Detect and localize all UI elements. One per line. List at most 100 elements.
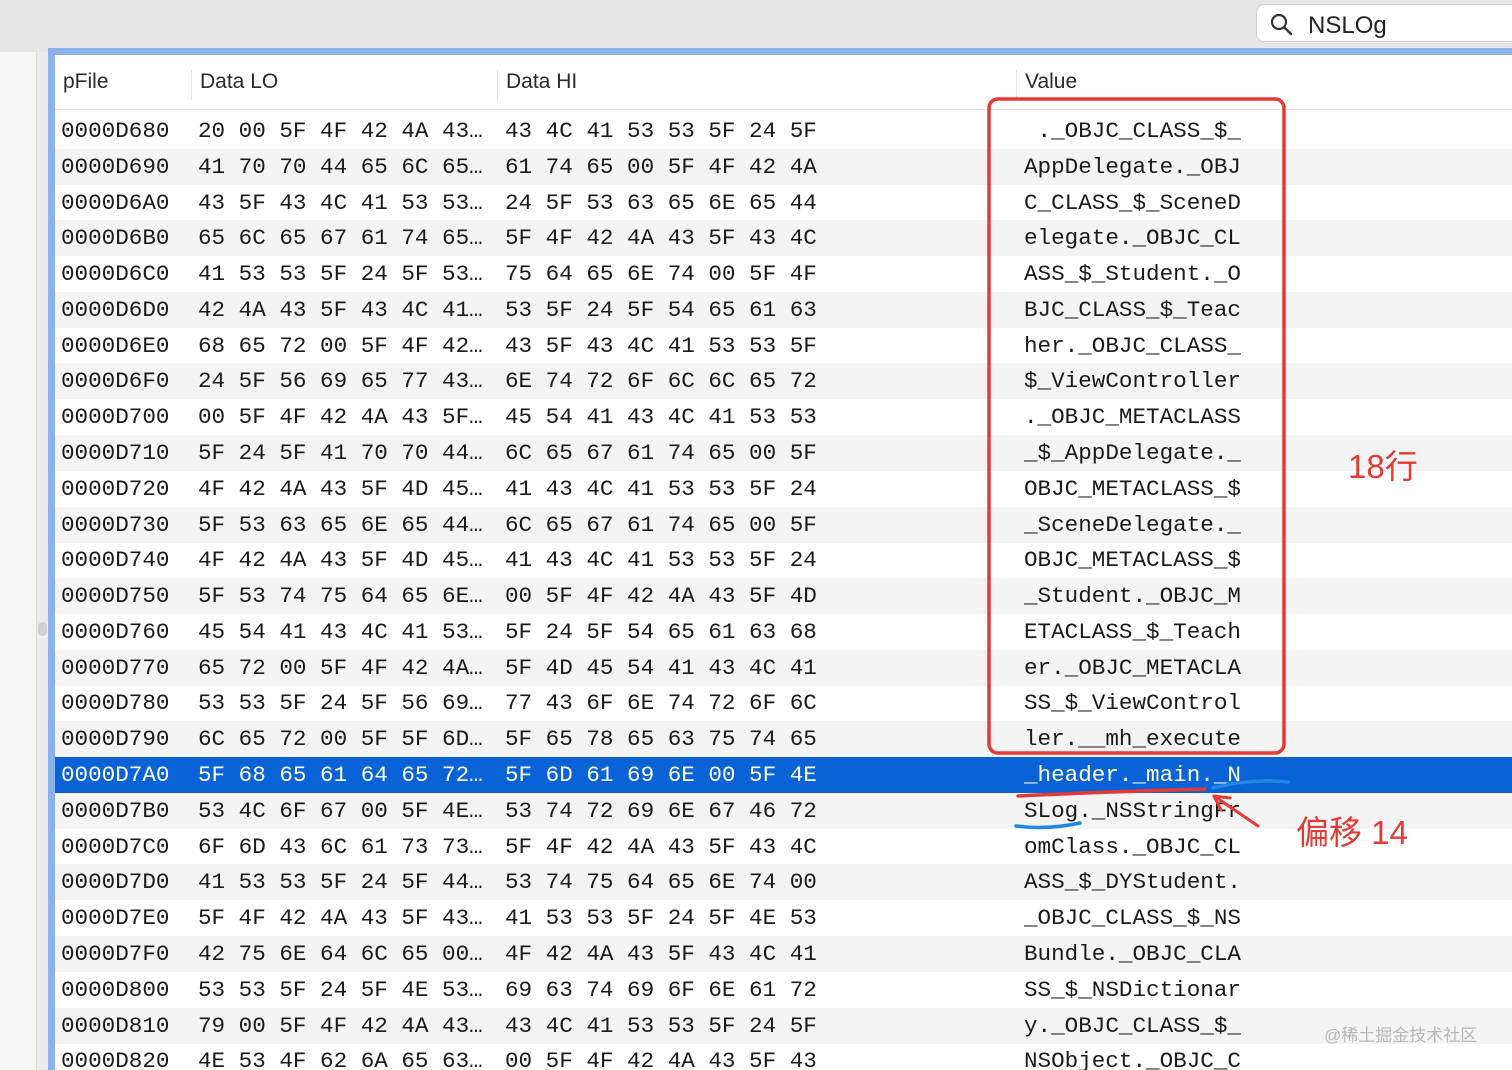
data-hi-cell: 61 74 65 00 5F 4F 42 4A (505, 153, 817, 180)
table-row[interactable]: 0000D810 79 00 5F 4F 42 4A 43… 43 4C 41 53… (55, 1007, 1512, 1044)
pfile-cell: 0000D7A0 (61, 762, 170, 789)
table-row[interactable]: 0000D760 45 54 41 43 4C 41 53… 5F 24 5F 54… (55, 614, 1512, 650)
data-lo-cell: 65 72 00 5F 4F 42 4A… (198, 654, 483, 681)
column-header-value[interactable]: Value (1016, 70, 1077, 100)
table-row[interactable]: 0000D6A0 43 5F 43 4C 41 53 53… 24 5F 53 63… (55, 185, 1512, 221)
table-row[interactable]: 0000D800 53 53 5F 24 5F 4E 53… 69 63 74 69… (55, 972, 1512, 1008)
table-row[interactable]: 0000D680 20 00 5F 4F 42 4A 43… 43 4C 41 53… (55, 113, 1512, 149)
pfile-cell: 0000D7C0 (61, 833, 170, 860)
table-row[interactable]: 0000D7D0 41 53 53 5F 24 5F 44… 53 74 75 64… (55, 864, 1512, 901)
pfile-cell: 0000D750 (61, 583, 170, 610)
value-cell: AppDelegate._OBJ (1024, 153, 1241, 180)
data-hi-cell: 41 53 53 5F 24 5F 4E 53 (505, 905, 817, 932)
pfile-cell: 0000D720 (61, 475, 170, 502)
data-lo-cell: 41 53 53 5F 24 5F 53… (198, 261, 483, 288)
hex-table[interactable]: pFile Data LO Data HI Value 0000D680 20 0… (55, 55, 1512, 1070)
table-row[interactable]: 0000D6B0 65 6C 65 67 61 74 65… 5F 4F 42 4A… (55, 220, 1512, 257)
data-lo-cell: 4E 53 4F 62 6A 65 63… (198, 1048, 483, 1070)
table-row[interactable]: 0000D7E0 5F 4F 42 4A 43 5F 43… 41 53 53 5F… (55, 900, 1512, 936)
table-row[interactable]: 0000D750 5F 53 74 75 64 65 6E… 00 5F 4F 42… (55, 578, 1512, 615)
data-hi-cell: 43 5F 43 4C 41 53 53 5F (505, 332, 817, 359)
data-lo-cell: 45 54 41 43 4C 41 53… (198, 618, 483, 645)
data-hi-cell: 75 64 65 6E 74 00 5F 4F (505, 261, 817, 288)
pfile-cell: 0000D6B0 (61, 225, 170, 252)
data-hi-cell: 77 43 6F 6E 74 72 6F 6C (505, 690, 817, 717)
data-lo-cell: 5F 53 63 65 6E 65 44… (198, 511, 483, 538)
table-row[interactable]: 0000D7C0 6F 6D 43 6C 61 73 73… 5F 4F 42 4A… (55, 829, 1512, 865)
column-header-pfile[interactable]: pFile (55, 70, 109, 100)
data-hi-cell: 5F 4F 42 4A 43 5F 43 4C (505, 225, 817, 252)
value-cell: BJC_CLASS_$_Teac (1024, 296, 1241, 323)
table-row[interactable]: 0000D820 4E 53 4F 62 6A 65 63… 00 5F 4F 42… (55, 1043, 1512, 1070)
rows-count-note: 18行 (1348, 448, 1418, 485)
table-row[interactable]: 0000D740 4F 42 4A 43 5F 4D 45… 41 43 4C 41… (55, 542, 1512, 578)
value-cell: OBJC_METACLASS_$ (1024, 547, 1241, 574)
data-lo-cell: 42 75 6E 64 6C 65 00… (198, 940, 483, 967)
data-lo-cell: 65 6C 65 67 61 74 65… (198, 225, 483, 252)
search-field[interactable]: NSLOg (1256, 4, 1512, 42)
table-row[interactable]: 0000D710 5F 24 5F 41 70 70 44… 6C 65 67 61… (55, 435, 1512, 472)
data-hi-cell: 4F 42 4A 43 5F 43 4C 41 (505, 940, 817, 967)
table-row[interactable]: 0000D730 5F 53 63 65 6E 65 44… 6C 65 67 61… (55, 506, 1512, 543)
table-row[interactable]: 0000D780 53 53 5F 24 5F 56 69… 77 43 6F 6E… (55, 685, 1512, 721)
column-header-data-lo[interactable]: Data LO (191, 70, 278, 100)
data-hi-cell: 5F 6D 61 69 6E 00 5F 4E (505, 762, 817, 789)
data-lo-cell: 6F 6D 43 6C 61 73 73… (198, 833, 483, 860)
data-lo-cell: 20 00 5F 4F 42 4A 43… (198, 118, 483, 144)
left-panel (0, 52, 37, 1070)
data-hi-cell: 00 5F 4F 42 4A 43 5F 4D (505, 583, 817, 610)
table-row[interactable]: 0000D7B0 53 4C 6F 67 00 5F 4E… 53 74 72 69… (55, 792, 1512, 829)
data-lo-cell: 4F 42 4A 43 5F 4D 45… (198, 475, 483, 502)
value-cell: her._OBJC_CLASS_ (1024, 332, 1241, 359)
split-handle[interactable] (38, 622, 47, 636)
data-hi-cell: 69 63 74 69 6F 6E 61 72 (505, 976, 817, 1003)
data-lo-cell: 24 5F 56 69 65 77 43… (198, 368, 483, 395)
pfile-cell: 0000D6F0 (61, 368, 170, 395)
data-lo-cell: 5F 24 5F 41 70 70 44… (198, 440, 483, 467)
data-hi-cell: 45 54 41 43 4C 41 53 53 (505, 404, 817, 431)
value-cell: OBJC_METACLASS_$ (1024, 475, 1241, 502)
data-hi-cell: 00 5F 4F 42 4A 43 5F 43 (505, 1048, 817, 1070)
data-hi-cell: 5F 65 78 65 63 75 74 65 (505, 726, 817, 753)
data-lo-cell: 43 5F 43 4C 41 53 53… (198, 189, 483, 216)
table-row[interactable]: 0000D720 4F 42 4A 43 5F 4D 45… 41 43 4C 41… (55, 471, 1512, 507)
value-cell: _SceneDelegate._ (1024, 511, 1241, 538)
data-lo-cell: 41 53 53 5F 24 5F 44… (198, 869, 483, 896)
value-cell: $_ViewController (1024, 368, 1241, 395)
value-cell: ._OBJC_METACLASS (1024, 404, 1241, 431)
value-cell: omClass._OBJC_CL (1024, 833, 1241, 860)
table-row[interactable]: 0000D6F0 24 5F 56 69 65 77 43… 6E 74 72 6F… (55, 363, 1512, 400)
column-header-data-hi[interactable]: Data HI (497, 70, 577, 100)
data-lo-cell: 5F 4F 42 4A 43 5F 43… (198, 905, 483, 932)
value-cell: Bundle._OBJC_CLA (1024, 940, 1241, 967)
table-row[interactable]: 0000D790 6C 65 72 00 5F 5F 6D… 5F 65 78 65… (55, 721, 1512, 758)
data-hi-cell: 53 74 75 64 65 6E 74 00 (505, 869, 817, 896)
pfile-cell: 0000D730 (61, 511, 170, 538)
pfile-cell: 0000D790 (61, 726, 170, 753)
table-row[interactable]: 0000D690 41 70 70 44 65 6C 65… 61 74 65 00… (55, 148, 1512, 185)
search-input[interactable]: NSLOg (1308, 12, 1387, 40)
data-hi-cell: 53 74 72 69 6E 67 46 72 (505, 797, 817, 824)
table-row[interactable]: 0000D7F0 42 75 6E 64 6C 65 00… 4F 42 4A 43… (55, 935, 1512, 972)
data-lo-cell: 4F 42 4A 43 5F 4D 45… (198, 547, 483, 574)
table-row[interactable]: 0000D770 65 72 00 5F 4F 42 4A… 5F 4D 45 54… (55, 649, 1512, 686)
data-lo-cell: 41 70 70 44 65 6C 65… (198, 153, 483, 180)
value-cell: SS_$_NSDictionar (1024, 976, 1241, 1003)
table-row[interactable]: 0000D6C0 41 53 53 5F 24 5F 53… 75 64 65 6E… (55, 256, 1512, 292)
pfile-cell: 0000D810 (61, 1012, 170, 1039)
table-row[interactable]: 0000D6E0 68 65 72 00 5F 4F 42… 43 5F 43 4C… (55, 328, 1512, 364)
value-cell: NSObject._OBJC_C (1024, 1048, 1241, 1070)
pfile-cell: 0000D6E0 (61, 332, 170, 359)
value-cell: ASS_$_DYStudent. (1024, 869, 1241, 896)
table-row-selected[interactable]: 0000D7A0 5F 68 65 61 64 65 72… 5F 6D 61 69… (55, 757, 1512, 794)
table-header: pFile Data LO Data HI Value (55, 55, 1512, 110)
data-hi-cell: 5F 4D 45 54 41 43 4C 41 (505, 654, 817, 681)
table-row[interactable]: 0000D6D0 42 4A 43 5F 43 4C 41… 53 5F 24 5F… (55, 291, 1512, 328)
table-row[interactable]: 0000D700 00 5F 4F 42 4A 43 5F… 45 54 41 43… (55, 399, 1512, 435)
value-cell: _Student._OBJC_M (1024, 583, 1241, 610)
data-hi-cell: 43 4C 41 53 53 5F 24 5F (505, 118, 817, 144)
data-hi-cell: 6C 65 67 61 74 65 00 5F (505, 511, 817, 538)
value-cell: C_CLASS_$_SceneD (1024, 189, 1241, 216)
data-lo-cell: 53 4C 6F 67 00 5F 4E… (198, 797, 483, 824)
value-cell: _$_AppDelegate._ (1024, 440, 1241, 467)
